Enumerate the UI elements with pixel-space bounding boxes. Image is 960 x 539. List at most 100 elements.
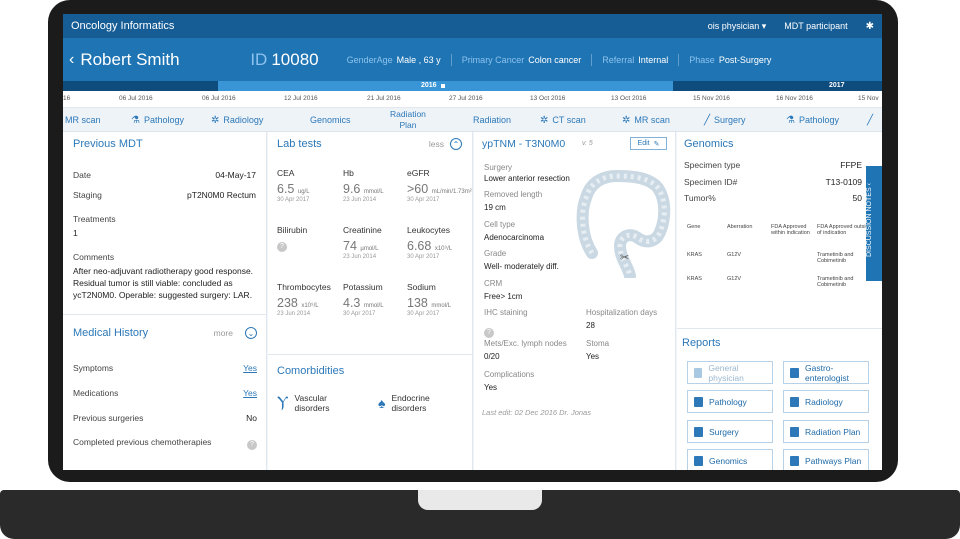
genomics-title: Genomics xyxy=(684,138,734,150)
pathology-panel: ypTNM - T3N0M0 v. 5 Edit ✎ Surgery Lower … xyxy=(474,132,676,470)
history-link[interactable]: Yes xyxy=(243,388,257,398)
lab-tests-panel: Lab tests less ⌃ CEA 6.5 ug/L 30 Apr 2017 H… xyxy=(268,132,473,470)
role-label[interactable]: MDT participant xyxy=(784,21,847,31)
discussion-notes-tab[interactable]: DISCUSSION NOTES ‹ xyxy=(866,166,882,281)
unknown-icon: ? xyxy=(247,440,257,450)
event-pathology-2[interactable]: ⚗ Pathology xyxy=(786,108,839,132)
year-2016: 2016 xyxy=(421,82,437,89)
date-1[interactable]: 06 Jul 2016 xyxy=(119,95,153,102)
scalpel-icon: ╱ xyxy=(704,114,711,126)
lab-item[interactable]: Hb 9.6 mmol/L 23 Jun 2014 xyxy=(343,168,384,203)
date-3[interactable]: 12 Jul 2016 xyxy=(284,95,318,102)
lab-item[interactable]: eGFR >60 mL/min/1.73m² 30 Apr 2017 xyxy=(407,168,472,203)
lab-item[interactable]: Leukocytes 6.68 x10⁹/L 30 Apr 2017 xyxy=(407,225,452,260)
event-mr-scan[interactable]: MR scan xyxy=(65,108,101,132)
date-7[interactable]: 13 Oct 2016 xyxy=(611,95,646,102)
date-2[interactable]: 06 Jul 2016 xyxy=(202,95,236,102)
report-radiology[interactable]: Radiology xyxy=(783,390,869,413)
field-value: Well- moderately diff. xyxy=(484,262,559,271)
treatments-value: 1 xyxy=(73,228,78,238)
history-label: Completed previous chemotherapies xyxy=(73,437,212,447)
report-genomics[interactable]: Genomics xyxy=(687,449,773,470)
report-gastroenterologist[interactable]: Gastro-enterologist xyxy=(783,361,869,384)
field-label: Complications xyxy=(484,370,535,379)
thyroid-icon: ♠ xyxy=(378,395,386,411)
event-more[interactable]: ╱ xyxy=(867,108,877,132)
event-genomics[interactable]: Genomics xyxy=(310,108,351,132)
specimen-id-value: T13-0109 xyxy=(825,177,862,187)
patient-id-label: ID xyxy=(250,49,268,69)
event-pathology[interactable]: ⚗ Pathology xyxy=(131,108,184,132)
referral: Referral Internal xyxy=(602,54,669,65)
event-radiation[interactable]: Radiation xyxy=(473,108,511,132)
event-mr-scan-2[interactable]: ✲ MR scan xyxy=(622,108,670,132)
field-value: 0/20 xyxy=(484,352,500,361)
version-label: v. 5 xyxy=(582,140,593,147)
field-label: Hospitalization days xyxy=(586,308,658,317)
edit-button[interactable]: Edit ✎ xyxy=(630,137,667,150)
user-menu[interactable]: ois physician ▾ xyxy=(708,21,767,32)
date-5[interactable]: 27 Jul 2016 xyxy=(449,95,483,102)
lab-item[interactable]: Creatinine 74 µmol/L 23 Jun 2014 xyxy=(343,225,382,260)
lab-item[interactable]: Potassium 4.3 mmol/L 30 Apr 2017 xyxy=(343,282,384,317)
report-icon xyxy=(790,396,799,407)
lab-item[interactable]: Bilirubin? xyxy=(277,225,307,253)
lab-item[interactable]: Sodium 138 mmol/L 30 Apr 2017 xyxy=(407,282,451,317)
comments-label: Comments xyxy=(73,252,115,262)
medical-history-panel: Medical History more ⌄ Symptoms Yes Medica… xyxy=(63,314,266,470)
date-8[interactable]: 15 Nov 2016 xyxy=(693,95,730,102)
event-radiology[interactable]: ✲ Radiology xyxy=(211,108,263,132)
specimen-id-label: Specimen ID# xyxy=(684,177,738,187)
table-row[interactable]: KRAS G12V Trametinib and Cobimetinib xyxy=(687,274,873,290)
field-label: Mets/Exc. lymph nodes xyxy=(484,339,567,348)
phase: Phase Post-Surgery xyxy=(689,54,772,65)
back-chevron-icon[interactable]: ‹ xyxy=(69,51,74,69)
table-header: Gene Aberration FDA Approved within indi… xyxy=(687,224,872,236)
app-header: Oncology Informatics ois physician ▾ MDT… xyxy=(63,14,882,38)
field-label: CRM xyxy=(484,279,503,288)
report-radiation-plan[interactable]: Radiation Plan xyxy=(783,420,869,443)
less-toggle[interactable]: less ⌃ xyxy=(429,138,462,150)
history-label: Previous surgeries xyxy=(73,413,144,423)
comorbidity-item[interactable]: Ⲩ Vascular disorders xyxy=(277,393,339,413)
date-9[interactable]: 16 Nov 2016 xyxy=(776,95,813,102)
date-4[interactable]: 21 Jul 2016 xyxy=(367,95,401,102)
event-ct-scan[interactable]: ✲ CT scan xyxy=(540,108,586,132)
genomics-table: Gene Aberration FDA Approved within indi… xyxy=(687,222,873,290)
chevron-down-icon: ⌄ xyxy=(245,327,257,339)
previous-mdt-panel: Previous MDT Date 04-May-17 Staging pT2N0M… xyxy=(63,132,267,470)
last-edit: Last edit: 02 Dec 2016 Dr. Jonas xyxy=(482,408,591,417)
flask-icon: ⚗ xyxy=(786,114,795,126)
report-icon xyxy=(694,426,703,437)
table-row[interactable]: KRAS G12V Trametinib and Cobimetinib xyxy=(687,250,873,266)
report-icon xyxy=(694,367,703,378)
report-pathways-plan[interactable]: Pathways Plan xyxy=(783,449,869,470)
event-surgery[interactable]: ╱ Surgery xyxy=(704,108,746,132)
comorbidity-item[interactable]: ♠ Endocrine disorders xyxy=(378,393,439,413)
history-link[interactable]: Yes xyxy=(243,363,257,373)
chevron-up-icon: ⌃ xyxy=(450,138,462,150)
scalpel-icon: ╱ xyxy=(867,114,874,126)
comorbidities-panel: Comorbidities Ⲩ Vascular disorders ♠ End… xyxy=(268,354,472,470)
gear-icon: ✲ xyxy=(540,114,549,126)
unknown-icon: ? xyxy=(277,242,287,252)
date-value: 04-May-17 xyxy=(215,170,256,180)
date-6[interactable]: 13 Oct 2016 xyxy=(530,95,565,102)
date-0[interactable]: 16 xyxy=(63,95,70,102)
more-toggle[interactable]: more ⌄ xyxy=(214,327,257,339)
history-label: Medications xyxy=(73,388,119,398)
field-label: Cell type xyxy=(484,220,516,229)
report-general-physician[interactable]: General physician xyxy=(687,361,773,384)
field-value: Adenocarcinoma xyxy=(484,233,545,242)
tumor-label: Tumor% xyxy=(684,193,716,203)
gear-icon[interactable]: ✱ xyxy=(866,21,874,32)
date-10[interactable]: 15 Nov xyxy=(858,95,879,102)
field-label: Surgery xyxy=(484,163,513,172)
previous-mdt-title: Previous MDT xyxy=(73,138,143,150)
lab-item[interactable]: Thrombocytes 238 x10⁹/L 23 Jun 2014 xyxy=(277,282,331,317)
timeline-dates: 16 06 Jul 2016 06 Jul 2016 12 Jul 2016 2… xyxy=(63,91,882,108)
lab-item[interactable]: CEA 6.5 ug/L 30 Apr 2017 xyxy=(277,168,310,203)
event-radiation-plan[interactable]: Radiation Plan xyxy=(390,108,426,132)
report-surgery[interactable]: Surgery xyxy=(687,420,773,443)
report-pathology[interactable]: Pathology xyxy=(687,390,773,413)
